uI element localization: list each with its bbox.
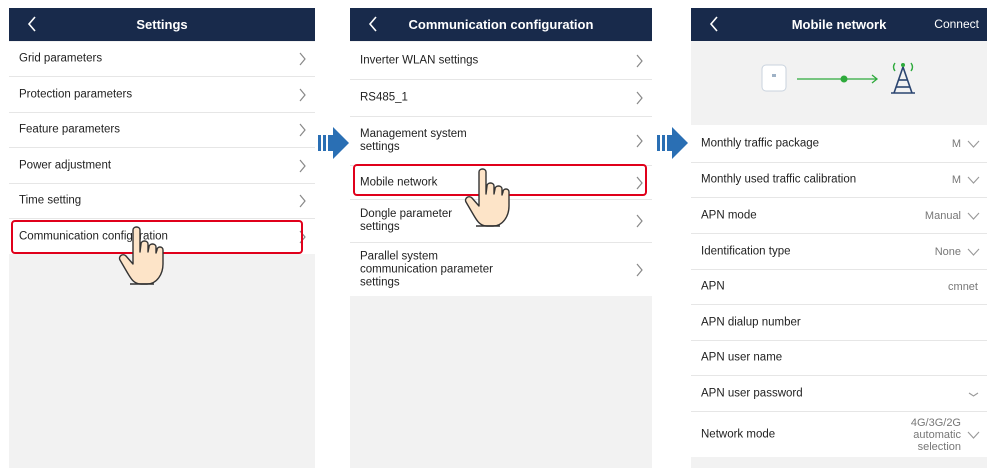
list-item-label: Grid parameters [19,52,103,65]
field-value: M [951,174,961,186]
list-item-feature-parameters[interactable]: Feature parameters [9,113,315,148]
list-item-management-system-settings[interactable]: Management system settings [350,117,652,166]
chevron-right-icon [299,159,306,172]
pointing-hand-icon [118,226,164,285]
apn-field[interactable]: APN cmnet [691,270,987,305]
chevron-right-icon [299,123,306,137]
mobile-network-header: Mobile network Connect [691,8,987,41]
connection-diagram [691,41,987,125]
list-item-label: Power adjustment [19,159,112,171]
field-value: cmnet [948,281,978,293]
list-item-parallel-system-communication[interactable]: Parallel system communication parameter … [350,243,652,296]
chevron-right-icon [299,52,306,66]
list-item-label: RS485_1 [360,91,408,104]
page-title: Communication configuration [408,17,594,32]
apn-mode-field[interactable]: APN mode Manual [691,198,987,234]
list-item-inverter-wlan-settings[interactable]: Inverter WLAN settings [350,42,652,80]
step-arrow-icon [657,127,688,159]
field-label: Monthly used traffic calibration [701,173,857,186]
list-item-rs485-1[interactable]: RS485_1 [350,80,652,117]
field-value: None [934,245,961,258]
connection-status-icon [840,75,848,83]
connect-button[interactable]: Connect [934,8,979,41]
page-title: Settings [136,17,188,32]
apn-user-password-field[interactable]: APN user password [691,376,987,412]
settings-header: Settings [9,8,315,41]
list-item-label: Protection parameters [19,88,133,100]
network-mode-field[interactable]: Network mode 4G/3G/2G automatic selectio… [691,412,987,457]
list-item-time-setting[interactable]: Time setting [9,184,315,219]
field-label: APN user name [701,351,783,364]
field-label: Network mode [701,428,776,440]
communication-configuration-header: Communication configuration [350,8,652,41]
chevron-down-icon [967,176,980,184]
mobile-network-screen: Mobile network Connect Monthly traffic p… [691,8,987,468]
chevron-right-icon [299,194,306,208]
chevron-right-icon [636,263,643,276]
chevron-down-icon [967,140,980,148]
pointing-hand-icon [464,168,510,227]
field-value: M [951,137,961,150]
chevron-right-icon [636,54,643,67]
list-item-label: Feature parameters [19,123,120,136]
apn-dialup-number-field[interactable]: APN dialup number [691,305,987,341]
list-item-power-adjustment[interactable]: Power adjustment [9,148,315,184]
list-item-label: Management system settings [360,128,467,153]
apn-user-name-field[interactable]: APN user name [691,341,987,376]
device-icon [761,64,787,92]
field-value: 4G/3G/2G automatic selection [910,416,961,453]
list-item-grid-parameters[interactable]: Grid parameters [9,42,315,77]
mobile-network-list: Monthly traffic package M Monthly used t… [691,125,987,457]
field-label: Identification type [701,245,791,257]
monthly-used-traffic-calibration-field[interactable]: Monthly used traffic calibration M [691,163,987,198]
list-item-label: Time setting [19,194,82,207]
field-value: Manual [924,209,961,222]
field-label: APN mode [701,209,757,221]
field-label: APN dialup number [701,316,801,328]
field-label: APN user password [701,387,803,399]
monthly-traffic-package-field[interactable]: Monthly traffic package M [691,125,987,163]
list-item-label: Inverter WLAN settings [360,54,479,66]
list-item-protection-parameters[interactable]: Protection parameters [9,77,315,113]
chevron-down-icon [967,431,980,439]
chevron-right-icon [636,134,643,148]
chevron-down-icon [967,212,980,220]
chevron-down-icon [967,248,980,256]
chevron-right-icon [299,88,306,101]
field-label: APN [701,280,725,293]
chevron-right-icon [636,91,643,105]
list-item-label: Parallel system communication parameter … [360,250,493,288]
identification-type-field[interactable]: Identification type None [691,234,987,270]
show-password-icon[interactable] [967,390,980,398]
communication-configuration-screen: Communication configuration Inverter WLA… [350,8,652,468]
field-label: Monthly traffic package [701,137,820,149]
step-arrow-icon [318,127,349,159]
chevron-right-icon [636,214,643,228]
